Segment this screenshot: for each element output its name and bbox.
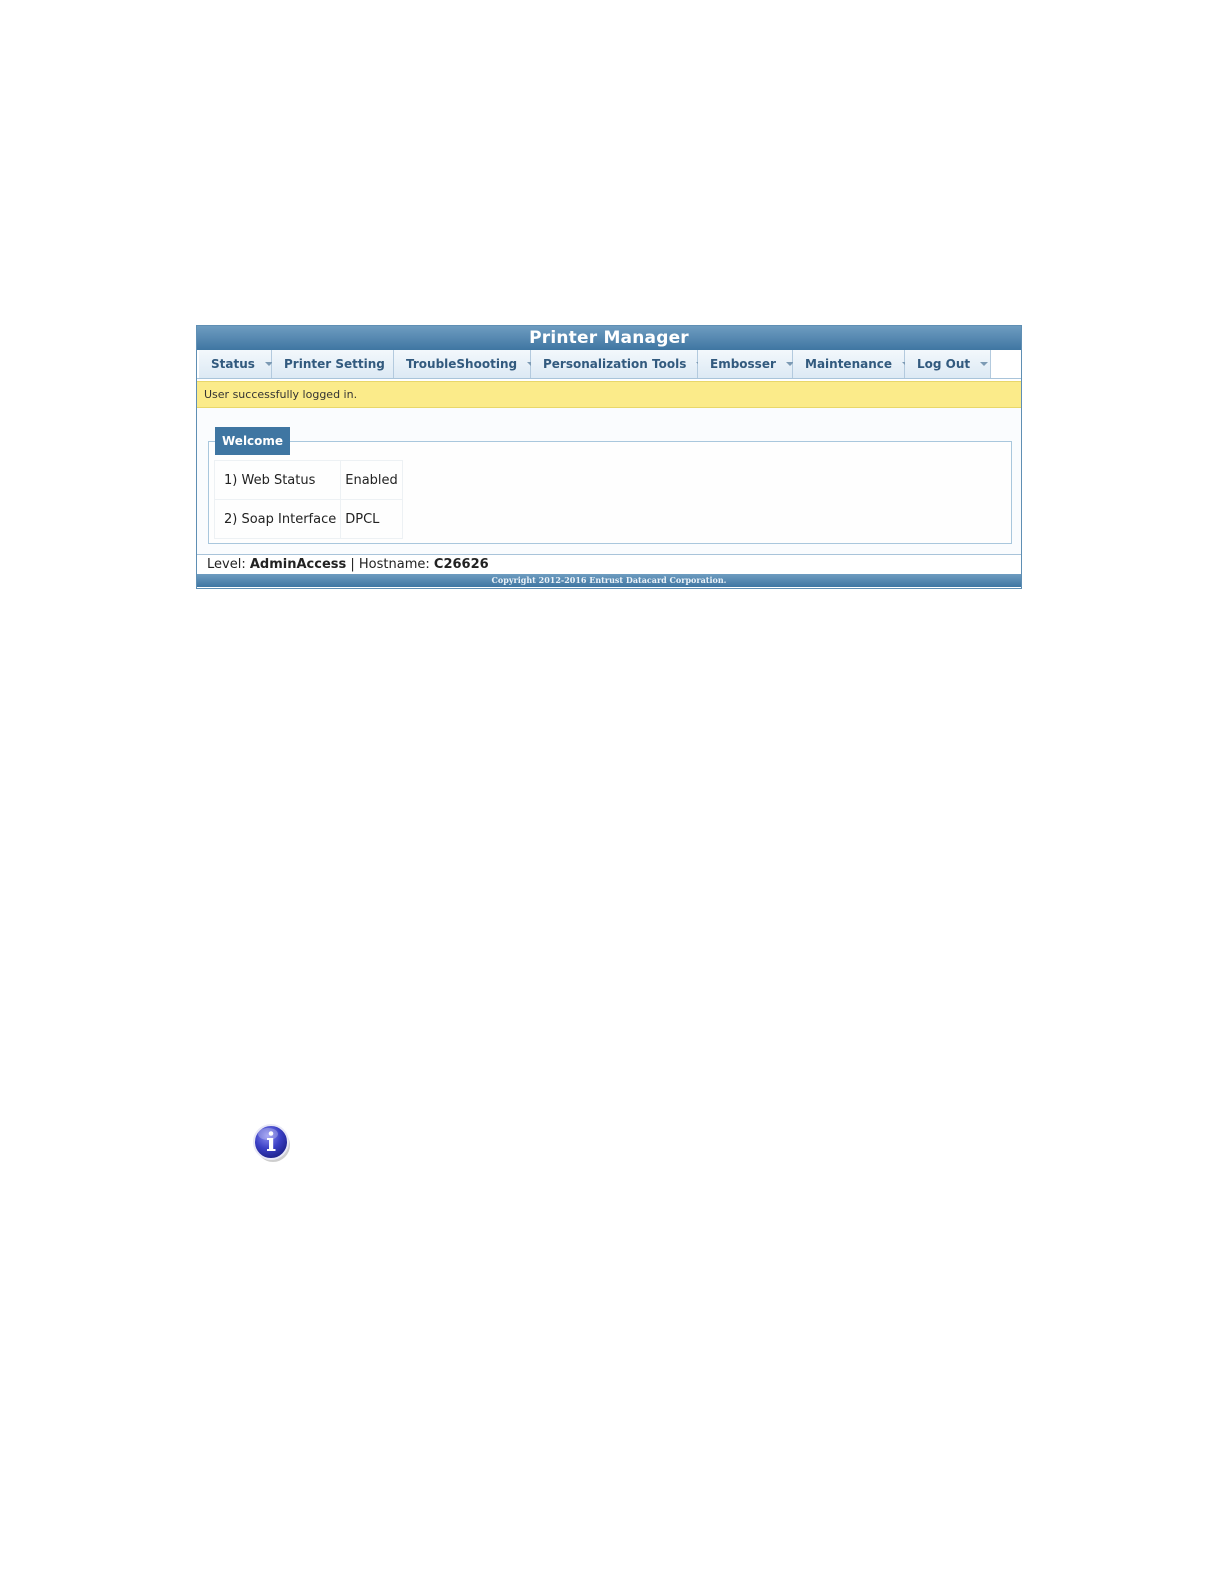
welcome-legend: Welcome [215, 427, 291, 455]
content-area: Welcome 1) Web Status Enabled 2) Soap In… [197, 408, 1021, 554]
table-row: 2) Soap Interface DPCL [213, 499, 403, 539]
printer-manager-window: Printer Manager Status Printer Setting T… [196, 325, 1022, 589]
hostname-value: C26626 [433, 557, 489, 572]
menu-personalization-tools[interactable]: Personalization Tools [531, 350, 705, 378]
menu-personalization-tools-label: Personalization Tools [543, 357, 687, 371]
app-title: Printer Manager [197, 326, 1021, 350]
menu-maintenance[interactable]: Maintenance [793, 350, 911, 378]
soap-interface-value: DPCL [340, 499, 403, 539]
soap-interface-label: 2) Soap Interface [213, 499, 342, 539]
table-row: 1) Web Status Enabled [213, 460, 403, 500]
menu-embosser-label: Embosser [710, 357, 776, 371]
menu-printer-setting[interactable]: Printer Setting [272, 350, 403, 378]
menu-printer-setting-label: Printer Setting [284, 357, 385, 371]
web-status-value: Enabled [340, 460, 403, 500]
level-value: AdminAccess [249, 557, 347, 572]
chevron-down-icon [980, 362, 989, 366]
status-bar: Level: AdminAccess | Hostname: C26626 [197, 554, 1021, 574]
menu-status-label: Status [211, 357, 255, 371]
menu-troubleshooting-label: TroubleShooting [406, 357, 518, 371]
web-status-label: 1) Web Status [213, 460, 342, 500]
copyright-footer: Copyright 2012-2016 Entrust Datacard Cor… [197, 574, 1021, 587]
welcome-table: 1) Web Status Enabled 2) Soap Interface … [213, 460, 403, 539]
main-menu: Status Printer Setting TroubleShooting P… [197, 350, 1021, 379]
menu-maintenance-label: Maintenance [805, 357, 893, 371]
level-label: Level: [207, 557, 246, 572]
hostname-label: Hostname: [358, 557, 430, 572]
menu-troubleshooting[interactable]: TroubleShooting [394, 350, 536, 378]
status-separator: | [350, 557, 355, 572]
info-icon [251, 1121, 291, 1163]
login-success-message: User successfully logged in. [197, 381, 1021, 408]
menu-log-out-label: Log Out [917, 357, 971, 371]
menu-embosser[interactable]: Embosser [698, 350, 794, 378]
menu-status[interactable]: Status [199, 350, 273, 378]
menu-log-out[interactable]: Log Out [905, 350, 991, 378]
